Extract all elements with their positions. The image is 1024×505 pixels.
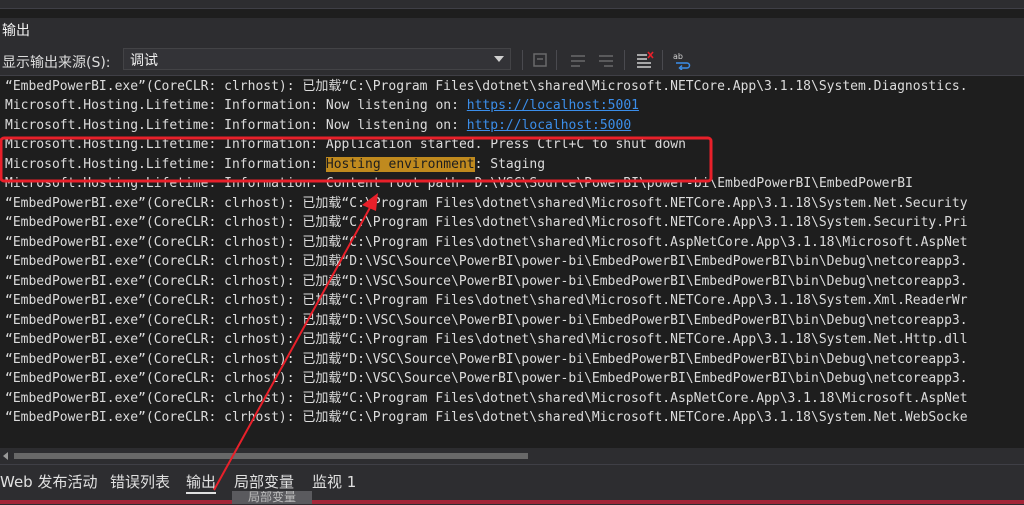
search-highlight: Hosting environment xyxy=(325,157,475,172)
output-toolbar: 显示输出来源(S): 调试 ab xyxy=(0,44,1024,76)
output-line-text: Microsoft.Hosting.Lifetime: Information: xyxy=(5,157,326,172)
panel-title: 输出 xyxy=(2,23,30,39)
horizontal-scrollbar[interactable] xyxy=(0,448,1024,464)
output-line: “EmbedPowerBI.exe”(CoreCLR: clrhost): 已加… xyxy=(5,313,968,328)
clear-all-icon[interactable] xyxy=(634,50,654,70)
next-message-icon[interactable] xyxy=(596,50,616,70)
output-line: “EmbedPowerBI.exe”(CoreCLR: clrhost): 已加… xyxy=(5,410,968,425)
output-line: “EmbedPowerBI.exe”(CoreCLR: clrhost): 已加… xyxy=(5,254,968,269)
scrollbar-thumb[interactable] xyxy=(14,453,528,459)
output-line-text: Microsoft.Hosting.Lifetime: Information:… xyxy=(5,118,467,133)
output-line-text: : Staging xyxy=(474,157,546,172)
tab-tooltip: 局部变量 xyxy=(232,491,312,504)
toolbar-separator xyxy=(662,50,663,70)
output-line: “EmbedPowerBI.exe”(CoreCLR: clrhost): 已加… xyxy=(5,332,968,347)
output-line-text: Microsoft.Hosting.Lifetime: Information:… xyxy=(5,98,467,113)
svg-text:ab: ab xyxy=(673,52,683,61)
output-line: “EmbedPowerBI.exe”(CoreCLR: clrhost): 已加… xyxy=(5,235,968,250)
output-line: Microsoft.Hosting.Lifetime: Information:… xyxy=(5,137,686,152)
output-line: “EmbedPowerBI.exe”(CoreCLR: clrhost): 已加… xyxy=(5,293,968,308)
output-text-area[interactable]: “EmbedPowerBI.exe”(CoreCLR: clrhost): 已加… xyxy=(0,76,1024,448)
output-line: “EmbedPowerBI.exe”(CoreCLR: clrhost): 已加… xyxy=(5,215,968,230)
output-source-label: 显示输出来源(S): xyxy=(2,55,111,71)
tab-error-list[interactable]: 错误列表 xyxy=(110,471,170,492)
output-source-dropdown[interactable]: 调试 xyxy=(123,48,511,70)
output-line: “EmbedPowerBI.exe”(CoreCLR: clrhost): 已加… xyxy=(5,371,968,386)
toolbar-separator xyxy=(556,50,557,70)
output-line: “EmbedPowerBI.exe”(CoreCLR: clrhost): 已加… xyxy=(5,196,968,211)
https-url-link[interactable]: https://localhost:5001 xyxy=(467,98,639,113)
toolbar-separator xyxy=(624,50,625,70)
output-line: Microsoft.Hosting.Lifetime: Information:… xyxy=(5,116,631,135)
previous-message-icon[interactable] xyxy=(568,50,588,70)
chevron-down-icon xyxy=(494,56,504,62)
tab-web-publish-activity[interactable]: Web 发布活动 xyxy=(0,471,97,492)
tab-watch-1[interactable]: 监视 1 xyxy=(312,471,356,492)
output-line: Microsoft.Hosting.Lifetime: Information:… xyxy=(5,96,639,115)
word-wrap-icon[interactable]: ab xyxy=(672,50,692,70)
scroll-left-icon[interactable] xyxy=(3,452,8,460)
status-bar-strip xyxy=(0,500,1024,504)
tab-output[interactable]: 输出 xyxy=(186,471,217,494)
output-line: “EmbedPowerBI.exe”(CoreCLR: clrhost): 已加… xyxy=(5,352,968,367)
tool-window-tabs: Web 发布活动 错误列表 输出 局部变量 监视 1 xyxy=(0,464,1024,505)
http-url-link[interactable]: http://localhost:5000 xyxy=(467,118,631,133)
output-line: “EmbedPowerBI.exe”(CoreCLR: clrhost): 已加… xyxy=(5,79,968,94)
output-line: Microsoft.Hosting.Lifetime: Information:… xyxy=(5,176,913,191)
output-panel-header: 输出 xyxy=(0,18,1024,44)
output-line: Microsoft.Hosting.Lifetime: Information:… xyxy=(5,155,545,174)
output-line: “EmbedPowerBI.exe”(CoreCLR: clrhost): 已加… xyxy=(5,274,968,289)
output-line: “EmbedPowerBI.exe”(CoreCLR: clrhost): 已加… xyxy=(5,391,968,406)
find-message-in-code-icon[interactable] xyxy=(530,50,550,70)
tab-locals[interactable]: 局部变量 xyxy=(234,471,294,492)
toolbar-separator xyxy=(522,50,523,70)
output-source-value: 调试 xyxy=(130,53,158,69)
document-tab-strip xyxy=(0,0,1024,9)
